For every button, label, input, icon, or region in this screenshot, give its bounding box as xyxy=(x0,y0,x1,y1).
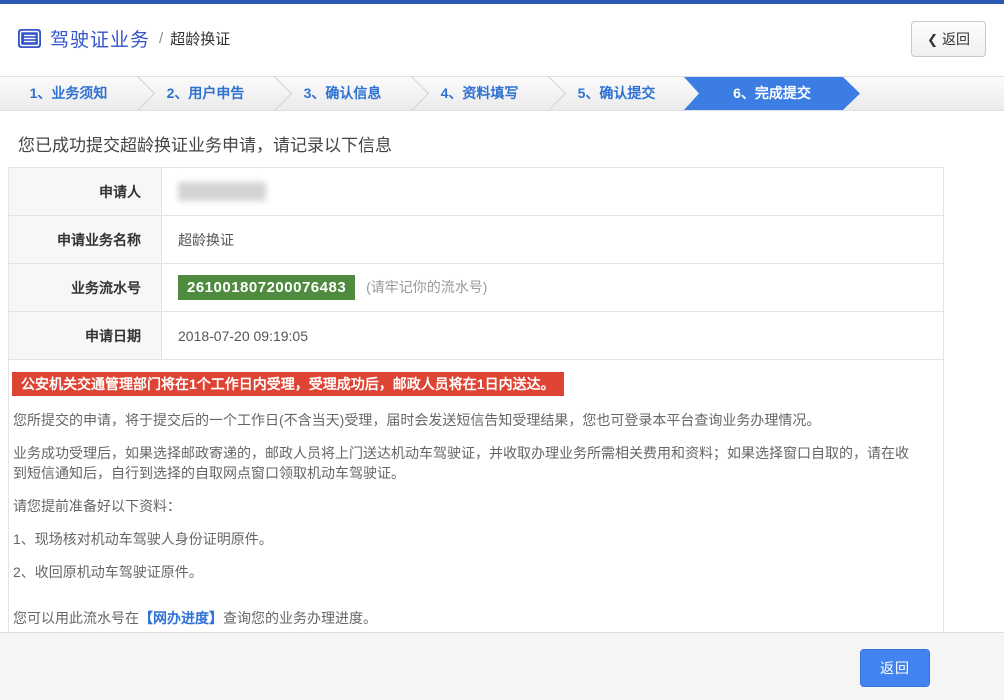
table-row-application-date: 申请日期 2018-07-20 09:19:05 xyxy=(9,312,944,360)
step-5-label: 5、确认提交 xyxy=(578,85,656,101)
step-3-label: 3、确认信息 xyxy=(304,85,382,101)
back-button-top[interactable]: ❮ 返回 xyxy=(911,21,986,57)
breadcrumb: 驾驶证业务 / 超龄换证 xyxy=(18,25,230,52)
step-3-confirm-info: 3、确认信息 xyxy=(274,77,411,110)
step-progress-bar: 1、业务须知 2、用户申告 3、确认信息 4、资料填写 5、确认提交 6、完成提… xyxy=(0,76,1004,111)
progress-query-before: 您可以用此流水号在 xyxy=(13,610,139,626)
page-footer: 返回 xyxy=(0,632,1004,700)
notice-paragraph-3: 请您提前准备好以下资料： xyxy=(13,496,929,516)
progress-query-after: 查询您的业务办理进度。 xyxy=(223,610,377,626)
online-progress-link[interactable]: 【网办进度】 xyxy=(139,610,223,626)
applicant-value xyxy=(162,168,944,216)
application-date-label: 申请日期 xyxy=(9,312,162,360)
application-info-table: 申请人 申请业务名称 超龄换证 业务流水号 261001807200076483… xyxy=(8,167,944,360)
back-button-top-label: 返回 xyxy=(942,31,970,47)
table-row-serial-number: 业务流水号 261001807200076483 (请牢记你的流水号) xyxy=(9,264,944,312)
step-4-label: 4、资料填写 xyxy=(441,85,519,101)
notice-paragraph-1: 您所提交的申请，将于提交后的一个工作日(不含当天)受理，届时会发送短信告知受理结… xyxy=(13,410,918,430)
notice-item-1: 1、现场核对机动车驾驶人身份证明原件。 xyxy=(13,529,929,549)
step-2-user-declaration: 2、用户申告 xyxy=(137,77,274,110)
business-name-value: 超龄换证 xyxy=(162,216,944,264)
license-list-icon xyxy=(18,29,41,48)
applicant-label: 申请人 xyxy=(9,168,162,216)
serial-number-badge: 261001807200076483 xyxy=(178,275,355,300)
page-header: 驾驶证业务 / 超龄换证 ❮ 返回 xyxy=(0,4,1004,60)
application-date-value: 2018-07-20 09:19:05 xyxy=(162,312,944,360)
step-1-label: 1、业务须知 xyxy=(30,85,108,101)
step-1-business-notice: 1、业务须知 xyxy=(0,77,137,110)
step-6-label: 6、完成提交 xyxy=(733,85,811,101)
service-title: 驾驶证业务 xyxy=(50,25,150,52)
business-name-label: 申请业务名称 xyxy=(9,216,162,264)
back-button-bottom[interactable]: 返回 xyxy=(860,649,930,687)
processing-alert-banner: 公安机关交通管理部门将在1个工作日内受理，受理成功后，邮政人员将在1日内送达。 xyxy=(12,372,564,396)
step-4-fill-materials: 4、资料填写 xyxy=(411,77,548,110)
table-row-applicant: 申请人 xyxy=(9,168,944,216)
breadcrumb-separator: / xyxy=(159,30,163,47)
step-2-label: 2、用户申告 xyxy=(167,85,245,101)
redacted-applicant-name xyxy=(178,182,266,201)
serial-number-label: 业务流水号 xyxy=(9,264,162,312)
notice-item-2: 2、收回原机动车驾驶证原件。 xyxy=(13,562,929,582)
progress-query-line: 您可以用此流水号在【网办进度】查询您的业务办理进度。 xyxy=(13,608,929,628)
notice-paragraph-2: 业务成功受理后，如果选择邮政寄递的，邮政人员将上门送达机动车驾驶证，并收取办理业… xyxy=(13,443,918,483)
serial-number-note: (请牢记你的流水号) xyxy=(366,279,487,295)
serial-number-value: 261001807200076483 (请牢记你的流水号) xyxy=(162,264,944,312)
notice-box: 公安机关交通管理部门将在1个工作日内受理，受理成功后，邮政人员将在1日内送达。 … xyxy=(8,359,944,641)
page-title: 超龄换证 xyxy=(170,28,230,49)
step-5-confirm-submit: 5、确认提交 xyxy=(548,77,685,110)
table-row-business-name: 申请业务名称 超龄换证 xyxy=(9,216,944,264)
step-6-complete-submit-active: 6、完成提交 xyxy=(684,77,860,110)
chevron-left-icon: ❮ xyxy=(927,32,938,47)
success-heading: 您已成功提交超龄换证业务申请，请记录以下信息 xyxy=(18,131,986,156)
